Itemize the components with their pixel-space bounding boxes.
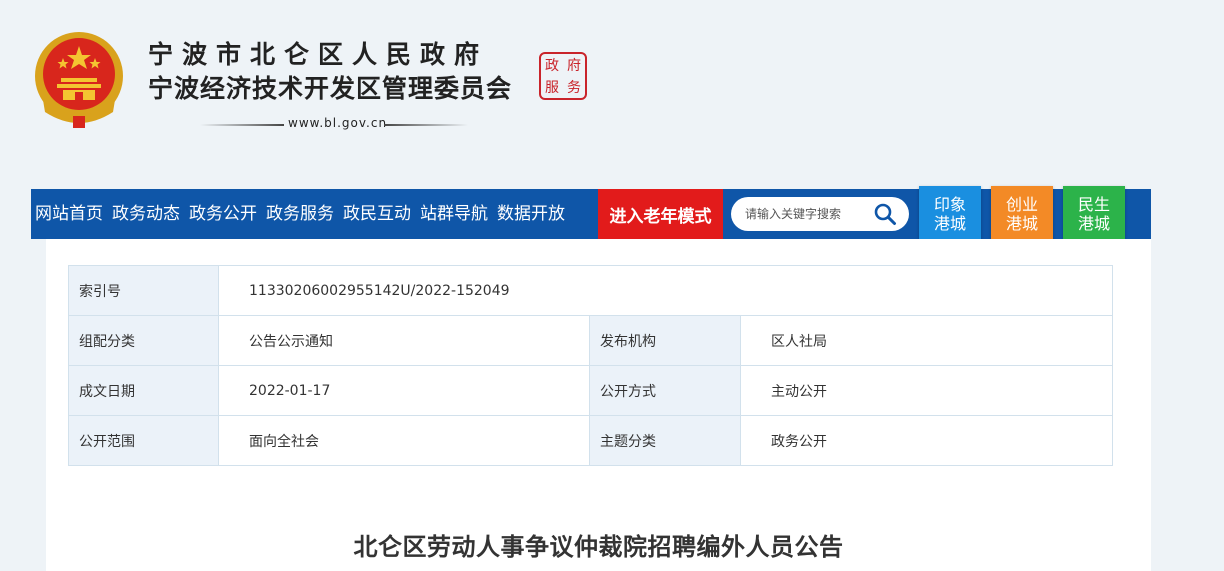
search-input[interactable]	[745, 197, 867, 231]
nav-item-news[interactable]: 政务动态	[108, 189, 184, 239]
site-title: 宁波市北仑区人民政府 宁波经济技术开发区管理委员会	[148, 38, 512, 106]
table-row: 组配分类 公告公示通知 发布机构 区人社局	[68, 315, 1113, 366]
site-domain: www.bl.gov.cn	[200, 116, 468, 132]
category-value: 公告公示通知	[218, 315, 590, 366]
elder-mode-button[interactable]: 进入老年模式	[598, 189, 723, 239]
seal-char: 务	[567, 80, 581, 96]
nav-item-home[interactable]: 网站首页	[31, 189, 107, 239]
publisher-value: 区人社局	[740, 315, 1113, 366]
table-row: 成文日期 2022-01-17 公开方式 主动公开	[68, 365, 1113, 416]
disclosure-method-value: 主动公开	[740, 365, 1113, 416]
site-title-line2: 宁波经济技术开发区管理委员会	[148, 74, 513, 103]
document-metadata-table: 索引号 11330206002955142U/2022-152049 组配分类 …	[68, 265, 1113, 466]
tile-label: 民生港城	[1077, 195, 1110, 233]
seal-char: 府	[567, 58, 581, 74]
government-service-seal: 政 府 服 务	[539, 52, 587, 100]
nav-items: 网站首页 政务动态 政务公开 政务服务 政民互动 站群导航 数据开放	[31, 189, 570, 239]
disclosure-method-label: 公开方式	[589, 365, 741, 416]
nav-item-services[interactable]: 政务服务	[262, 189, 338, 239]
domain-text: www.bl.gov.cn	[288, 116, 388, 130]
article-title: 北仑区劳动人事争议仲裁院招聘编外人员公告	[353, 533, 844, 561]
seal-char: 服	[545, 80, 559, 96]
nav-item-site-navigation[interactable]: 站群导航	[416, 189, 492, 239]
table-row: 公开范围 面向全社会 主题分类 政务公开	[68, 415, 1113, 466]
domain-divider-left	[200, 124, 284, 126]
index-number-label: 索引号	[68, 265, 219, 316]
scope-value: 面向全社会	[218, 415, 590, 466]
tile-label: 印象港城	[933, 195, 966, 233]
search-box	[731, 197, 909, 231]
index-number-value: 11330206002955142U/2022-152049	[218, 265, 1113, 316]
search-icon[interactable]	[873, 202, 897, 226]
tile-impression-port-city[interactable]: 印象港城	[919, 186, 981, 242]
publisher-label: 发布机构	[589, 315, 741, 366]
national-emblem-icon	[35, 32, 123, 128]
topic-value: 政务公开	[740, 415, 1113, 466]
table-row: 索引号 11330206002955142U/2022-152049	[68, 265, 1113, 316]
nav-item-disclosure[interactable]: 政务公开	[185, 189, 261, 239]
content-panel: 索引号 11330206002955142U/2022-152049 组配分类 …	[46, 239, 1151, 571]
domain-divider-right	[384, 124, 468, 126]
nav-item-open-data[interactable]: 数据开放	[493, 189, 569, 239]
date-label: 成文日期	[68, 365, 219, 416]
scope-label: 公开范围	[68, 415, 219, 466]
category-label: 组配分类	[68, 315, 219, 366]
nav-item-interaction[interactable]: 政民互动	[339, 189, 415, 239]
seal-char: 政	[545, 58, 559, 74]
tile-label: 创业港城	[1005, 195, 1038, 233]
site-header: 宁波市北仑区人民政府 宁波经济技术开发区管理委员会 www.bl.gov.cn …	[0, 0, 1224, 185]
site-title-line1: 宁波市北仑区人民政府	[148, 40, 489, 69]
main-nav: 网站首页 政务动态 政务公开 政务服务 政民互动 站群导航 数据开放 进入老年模…	[31, 189, 1151, 239]
tile-startup-port-city[interactable]: 创业港城	[991, 186, 1053, 242]
tile-livelihood-port-city[interactable]: 民生港城	[1063, 186, 1125, 242]
topic-label: 主题分类	[589, 415, 741, 466]
date-value: 2022-01-17	[218, 365, 590, 416]
